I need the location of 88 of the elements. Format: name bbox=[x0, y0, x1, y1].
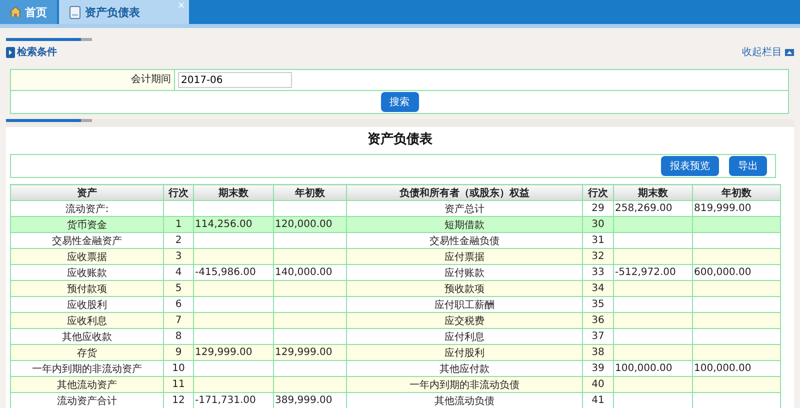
table-cell: 5 bbox=[164, 280, 194, 296]
table-cell: 应收账款 bbox=[10, 264, 164, 280]
table-cell: 4 bbox=[164, 264, 194, 280]
table-cell: 819,999.00 bbox=[692, 200, 780, 216]
home-icon bbox=[10, 7, 21, 17]
table-cell: 120,000.00 bbox=[274, 216, 346, 232]
table-cell: 8 bbox=[164, 328, 194, 344]
table-cell: 30 bbox=[582, 216, 614, 232]
table-cell: 交易性金融资产 bbox=[10, 232, 164, 248]
table-cell: -171,731.00 bbox=[194, 392, 274, 408]
table-cell: 短期借款 bbox=[346, 216, 582, 232]
table-cell: 应付票据 bbox=[346, 248, 582, 264]
table-cell: 35 bbox=[582, 296, 614, 312]
table-cell: 12 bbox=[164, 392, 194, 408]
table-cell: 货币资金 bbox=[10, 216, 164, 232]
table-cell: 1 bbox=[164, 216, 194, 232]
table-cell: 10 bbox=[164, 360, 194, 376]
table-cell: 7 bbox=[164, 312, 194, 328]
collapse-link[interactable]: 收起栏目 bbox=[742, 45, 794, 59]
table-cell: 交易性金融负债 bbox=[346, 232, 582, 248]
column-header: 行次 bbox=[164, 184, 194, 200]
table-cell: 40 bbox=[582, 376, 614, 392]
table-cell bbox=[164, 200, 194, 216]
table-cell: 2 bbox=[164, 232, 194, 248]
table-cell: 一年内到期的非流动资产 bbox=[10, 360, 164, 376]
table-cell: 32 bbox=[582, 248, 614, 264]
table-cell: -415,986.00 bbox=[194, 264, 274, 280]
search-button[interactable]: 搜索 bbox=[380, 92, 418, 112]
tab[interactable]: 资产负债表 × bbox=[59, 0, 189, 24]
table-cell: 100,000.00 bbox=[614, 360, 692, 376]
table-cell: 应付股利 bbox=[346, 344, 582, 360]
table-cell: 9 bbox=[164, 344, 194, 360]
table-cell: 资产总计 bbox=[346, 200, 582, 216]
table-cell: 应付职工薪酬 bbox=[346, 296, 582, 312]
column-header: 期末数 bbox=[614, 184, 692, 200]
table-cell: 预付款项 bbox=[10, 280, 164, 296]
toolbar-button[interactable]: 导出 bbox=[729, 156, 767, 176]
column-header: 行次 bbox=[582, 184, 614, 200]
table-cell: 其他流动资产 bbox=[10, 376, 164, 392]
column-header: 资产 bbox=[10, 184, 164, 200]
column-header: 年初数 bbox=[692, 184, 780, 200]
table-cell: 600,000.00 bbox=[692, 264, 780, 280]
column-header: 负债和所有者（或股东）权益 bbox=[346, 184, 582, 200]
toolbar-button[interactable]: 报表预览 bbox=[661, 156, 719, 176]
table-cell: 应收利息 bbox=[10, 312, 164, 328]
table-cell: 其他应付款 bbox=[346, 360, 582, 376]
field-label: 会计期间 bbox=[11, 70, 175, 90]
table-cell: 129,999.00 bbox=[194, 344, 274, 360]
table-cell: 41 bbox=[582, 392, 614, 408]
table-cell: 114,256.00 bbox=[194, 216, 274, 232]
section-title: 检索条件 bbox=[6, 45, 57, 59]
table-cell: 39 bbox=[582, 360, 614, 376]
table-cell: 应付利息 bbox=[346, 328, 582, 344]
column-header: 年初数 bbox=[274, 184, 346, 200]
table-cell: 100,000.00 bbox=[692, 360, 780, 376]
table-cell: 129,999.00 bbox=[274, 344, 346, 360]
table-cell: 34 bbox=[582, 280, 614, 296]
table-cell: 3 bbox=[164, 248, 194, 264]
table-cell: 31 bbox=[582, 232, 614, 248]
table-cell: 应付账款 bbox=[346, 264, 582, 280]
table-cell: 29 bbox=[582, 200, 614, 216]
table-cell: 36 bbox=[582, 312, 614, 328]
table-cell: 140,000.00 bbox=[274, 264, 346, 280]
report-title: 资产负债表 bbox=[366, 130, 434, 148]
collapse-icon bbox=[785, 48, 794, 56]
table-cell: -512,972.00 bbox=[614, 264, 692, 280]
table-cell: 37 bbox=[582, 328, 614, 344]
table-cell: 389,999.00 bbox=[274, 392, 346, 408]
table-cell: 38 bbox=[582, 344, 614, 360]
table-cell: 其他应收款 bbox=[10, 328, 164, 344]
period-field[interactable]: 2017-06 bbox=[178, 72, 292, 88]
table-cell: 6 bbox=[164, 296, 194, 312]
table-cell: 应收票据 bbox=[10, 248, 164, 264]
play-icon bbox=[6, 46, 15, 58]
table-cell: 11 bbox=[164, 376, 194, 392]
table-cell: 预收款项 bbox=[346, 280, 582, 296]
table-cell: 33 bbox=[582, 264, 614, 280]
table-cell: 流动资产: bbox=[10, 200, 164, 216]
column-header: 期末数 bbox=[194, 184, 274, 200]
table-cell: 应交税费 bbox=[346, 312, 582, 328]
tab[interactable]: 首页 bbox=[0, 0, 57, 24]
document-icon bbox=[69, 6, 81, 18]
table-cell: 258,269.00 bbox=[614, 200, 692, 216]
table-cell: 其他流动负债 bbox=[346, 392, 582, 408]
table-cell: 流动资产合计 bbox=[10, 392, 164, 408]
table-cell: 应收股利 bbox=[10, 296, 164, 312]
table-cell: 存货 bbox=[10, 344, 164, 360]
table-cell: 一年内到期的非流动负债 bbox=[346, 376, 582, 392]
